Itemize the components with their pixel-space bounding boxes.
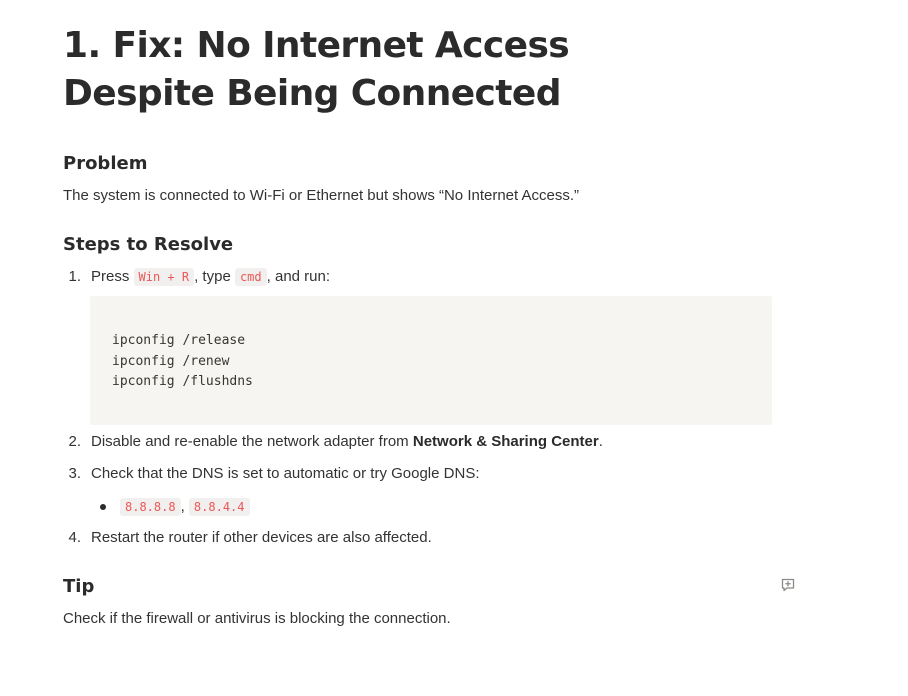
step-4-number: 4. (68, 529, 81, 546)
step-1-run: , and run: (266, 268, 331, 285)
dns-secondary-code: 8.8.4.4 (188, 498, 250, 516)
step-3-text: Check that the DNS is set to automatic o… (91, 465, 480, 482)
code-line: ipconfig /release (112, 333, 246, 348)
problem-text: The system is connected to Wi-Fi or Ethe… (63, 187, 580, 204)
page-title: 1. Fix: No Internet Access Despite Being… (63, 25, 570, 114)
step-3-number: 3. (68, 465, 81, 482)
dns-primary-code: 8.8.8.8 (120, 498, 181, 516)
shortcut-code: Win + R (133, 268, 195, 286)
step-1-text: Press Win + R, type cmd, and run: (91, 267, 330, 287)
page-content: 1. Fix: No Internet Access Despite Being… (63, 22, 783, 627)
step-2-end: . (598, 433, 603, 450)
problem-heading: Problem (63, 153, 148, 174)
step-1-type: , type (194, 268, 231, 285)
code-block[interactable]: ipconfig /release ipconfig /renew ipconf… (90, 296, 772, 425)
step-1-number: 1. (68, 268, 81, 285)
code-line: ipconfig /renew (112, 353, 230, 369)
bullet-dot-icon (100, 504, 106, 510)
dns-values: 8.8.8.8, 8.8.4.4 (120, 497, 250, 517)
steps-heading: Steps to Resolve (63, 234, 234, 255)
tip-heading: Tip (63, 576, 95, 597)
dns-separator: , (180, 498, 185, 515)
add-comment-icon[interactable] (780, 577, 796, 593)
step-2-number: 2. (68, 433, 81, 450)
step-2-main: Disable and re-enable the network adapte… (91, 433, 409, 450)
step-1-press: Press (91, 268, 130, 285)
step-4-text: Restart the router if other devices are … (91, 529, 432, 546)
step-2-text: Disable and re-enable the network adapte… (91, 432, 603, 452)
tip-text: Check if the firewall or antivirus is bl… (63, 610, 451, 627)
cmd-code: cmd (234, 268, 267, 286)
code-line: ipconfig /flushdns (112, 374, 253, 389)
network-center-label: Network & Sharing Center (412, 433, 599, 450)
